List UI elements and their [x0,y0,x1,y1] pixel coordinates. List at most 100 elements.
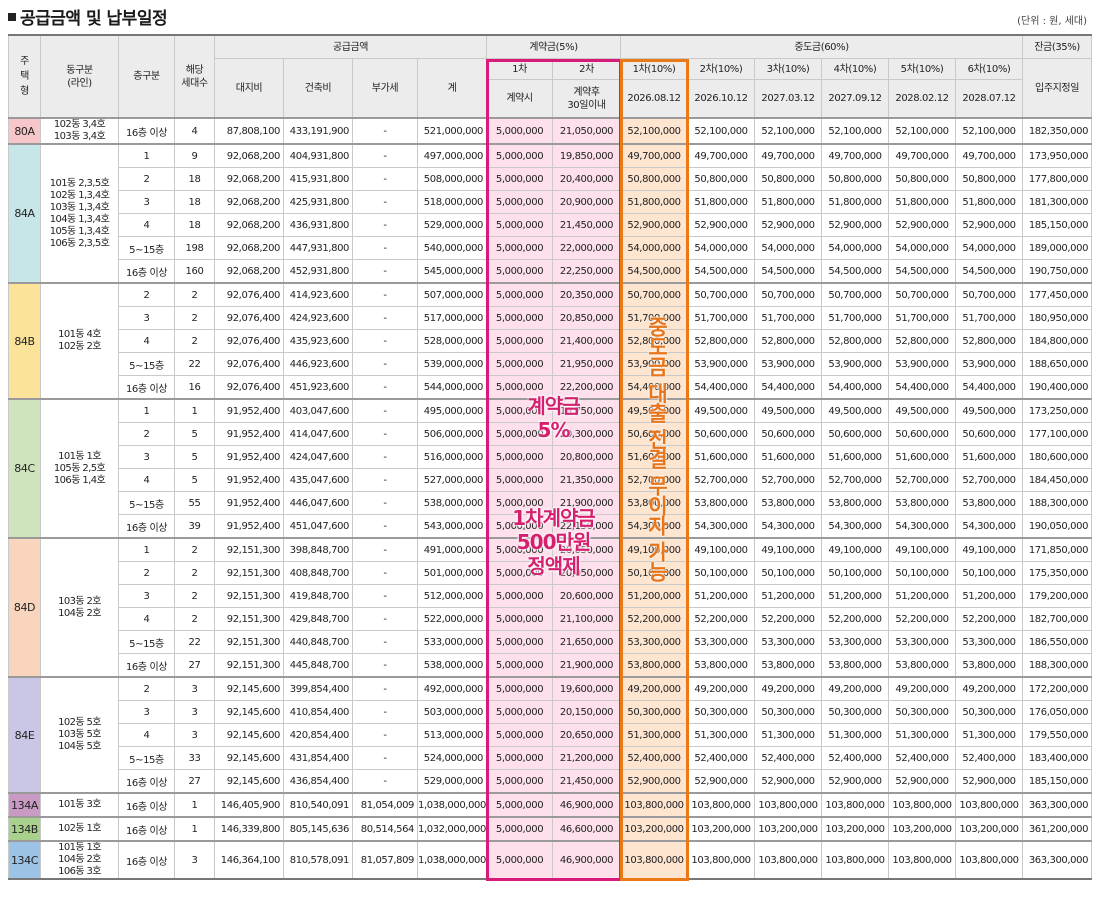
units-cell: 1 [174,816,215,842]
middle-3-cell: 54,000,000 [754,236,823,260]
dong-line-cell: 101동 2,3,5호 102동 1,3,4호 103동 1,3,4호 104동 1,… [40,143,119,284]
middle-3-cell: 103,800,000 [754,840,823,880]
header-floor: 층구분 [118,34,175,119]
vat-cell: - [352,514,418,539]
land-price-cell: 92,145,600 [214,723,284,747]
building-price-cell: 451,923,600 [283,375,353,400]
dong-line-cell: 102동 1호 [40,816,119,842]
units-cell: 18 [174,213,215,237]
dong-line-cell: 103동 2호 104동 2호 [40,537,119,678]
middle-5-cell: 51,200,000 [888,584,957,608]
contract-1-cell: 5,000,000 [486,700,554,724]
middle-2-cell: 53,900,000 [687,352,756,376]
middle-6-cell: 54,000,000 [955,236,1024,260]
units-cell: 9 [174,143,215,168]
middle-1-cell: 103,200,000 [620,816,689,842]
middle-4-cell: 51,600,000 [821,445,890,469]
middle-2-cell: 49,700,000 [687,143,756,168]
contract-2-cell: 46,900,000 [552,792,622,818]
middle-4-cell: 103,200,000 [821,816,890,842]
table-row: 16층 이상 27 92,151,300 445,848,700-538,000,00… [9,653,1093,678]
middle-2-cell: 52,700,000 [687,468,756,492]
building-price-cell: 446,047,600 [283,491,353,515]
table-row: 4 2 92,076,400 435,923,600-528,000,000 5,000… [9,329,1093,353]
land-price-cell: 92,068,200 [214,143,284,168]
units-cell: 3 [174,840,215,880]
contract-2-cell: 21,400,000 [552,329,622,353]
middle-3-cell: 51,800,000 [754,190,823,214]
contract-2-cell: 21,450,000 [552,769,622,794]
middle-6-cell: 49,500,000 [955,398,1024,423]
title-text: 공급금액 및 납부일정 [20,9,168,29]
total-price-cell: 522,000,000 [416,607,488,631]
contract-1-cell: 5,000,000 [486,190,554,214]
middle-3-cell: 52,800,000 [754,329,823,353]
floor-cell: 5~15층 [118,746,175,770]
dong-line-cell: 101동 1호 104동 2호 106동 3호 [40,840,119,880]
middle-6-cell: 52,100,000 [955,117,1024,145]
middle-4-cell: 50,100,000 [821,561,890,585]
middle-5-cell: 51,800,000 [888,190,957,214]
units-cell: 2 [174,584,215,608]
floor-cell: 16층 이상 [118,259,175,284]
units-cell: 2 [174,561,215,585]
units-cell: 16 [174,375,215,400]
page-title: 공급금액 및 납부일정 [8,4,168,29]
floor-cell: 16층 이상 [118,816,175,842]
middle-2-cell: 50,100,000 [687,561,756,585]
units-cell: 198 [174,236,215,260]
total-price-cell: 545,000,000 [416,259,488,284]
contract-2-cell: 21,650,000 [552,630,622,654]
middle-6-cell: 54,400,000 [955,375,1024,400]
header-total: 계 [416,58,488,119]
housing-type-cell: 84B [8,282,41,400]
middle-3-cell: 50,800,000 [754,167,823,191]
header-balance: 잔금(35%) [1022,34,1093,59]
floor-cell: 16층 이상 [118,514,175,539]
middle-5-cell: 103,200,000 [888,816,957,842]
units-cell: 1 [174,398,215,423]
units-cell: 18 [174,190,215,214]
building-price-cell: 451,047,600 [283,514,353,539]
middle-6-cell: 103,200,000 [955,816,1024,842]
vat-cell: - [352,236,418,260]
building-price-cell: 440,848,700 [283,630,353,654]
middle-4-cell: 51,300,000 [821,723,890,747]
table-row: 4 5 91,952,400 435,047,600-527,000,000 5,000… [9,468,1093,492]
floor-cell: 16층 이상 [118,653,175,678]
balance-cell: 188,300,000 [1022,491,1093,515]
floor-cell: 4 [118,468,175,492]
middle-4-cell: 54,400,000 [821,375,890,400]
middle-4-cell: 49,500,000 [821,398,890,423]
balance-cell: 173,950,000 [1022,143,1093,168]
middle-5-cell: 53,900,000 [888,352,957,376]
vat-cell: - [352,306,418,330]
vat-cell: - [352,537,418,562]
contract-1-cell: 5,000,000 [486,236,554,260]
contract-2-cell: 21,950,000 [552,352,622,376]
middle-5-cell: 53,300,000 [888,630,957,654]
contract-1-cell: 5,000,000 [486,746,554,770]
balance-cell: 363,300,000 [1022,792,1093,818]
units-cell: 2 [174,329,215,353]
middle-5-cell: 52,900,000 [888,769,957,794]
middle-5-cell: 52,400,000 [888,746,957,770]
vat-cell: - [352,723,418,747]
middle-2-cell: 53,300,000 [687,630,756,654]
contract-2-cell: 19,850,000 [552,143,622,168]
vat-cell: - [352,676,418,701]
middle-5-cell: 49,500,000 [888,398,957,423]
table-header: 주택형 동구분 (라인) 층구분 해당 세대수 공급금액 계약금(5%) 중도금(6… [8,34,1093,119]
middle-1-cell: 103,800,000 [620,792,689,818]
table-row: 5~15층 22 92,151,300 440,848,700-533,000,000… [9,630,1093,654]
land-price-cell: 92,151,300 [214,630,284,654]
total-price-cell: 543,000,000 [416,514,488,539]
building-price-cell: 398,848,700 [283,537,353,562]
middle-1-cell: 52,900,000 [620,769,689,794]
contract-callout-fixed: 1차계약금 500만원 정액제 [489,506,619,578]
middle-6-cell: 50,600,000 [955,422,1024,446]
total-price-cell: 544,000,000 [416,375,488,400]
total-price-cell: 1,032,000,000 [416,816,488,842]
table-row: 134A 101동 3호 16층 이상 1 146,405,900 810,540,091… [8,792,1093,818]
header-middle-3: 3차(10%) [754,58,823,80]
